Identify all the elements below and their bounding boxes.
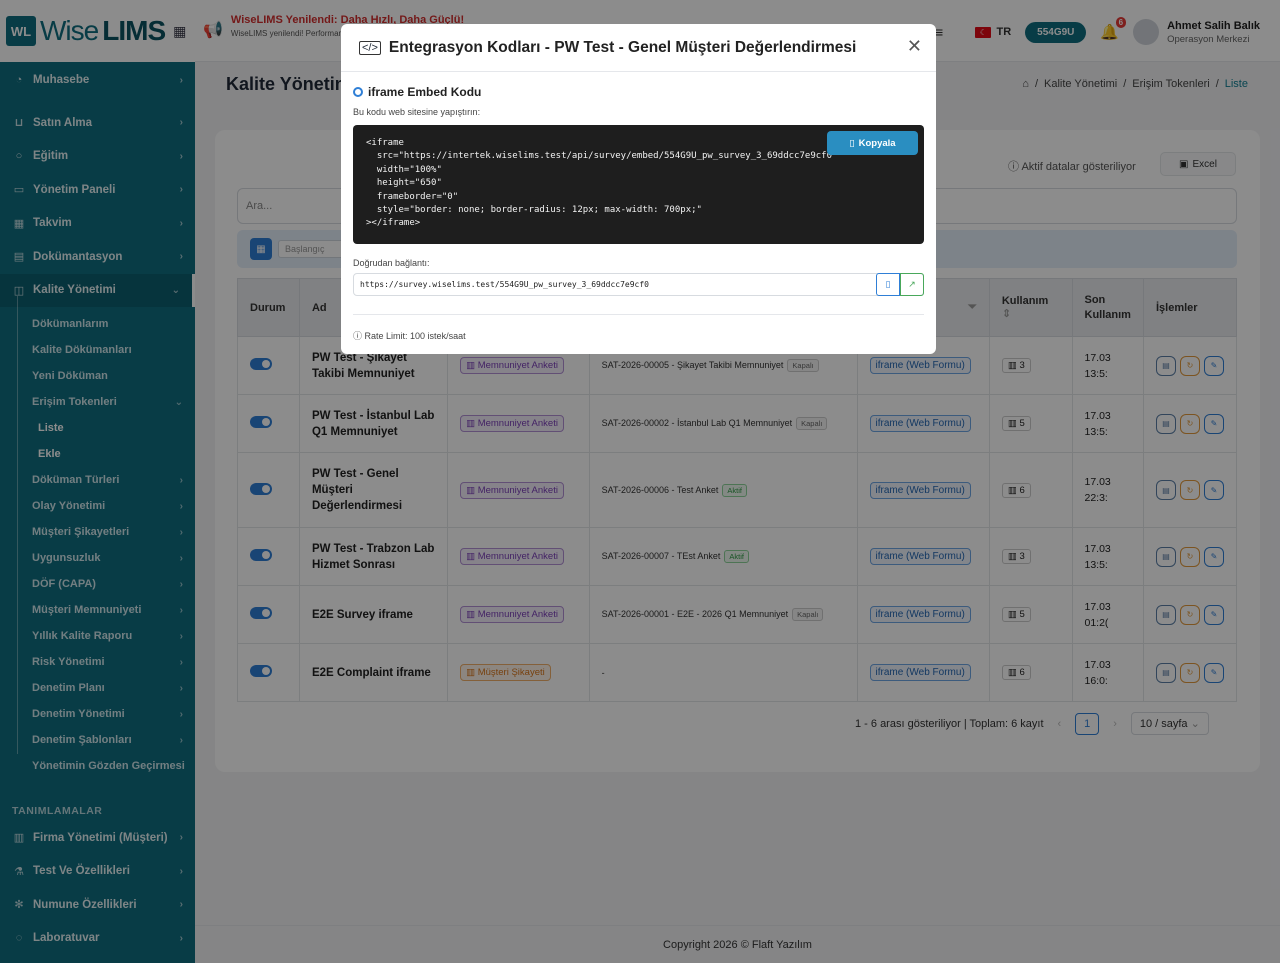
embed-icon	[353, 87, 363, 97]
integration-modal: </> Entegrasyon Kodları - PW Test - Gene…	[341, 24, 936, 354]
direct-link-input[interactable]: https://survey.wiselims.test/554G9U_pw_s…	[353, 273, 924, 296]
clipboard-icon: ▯	[849, 137, 855, 149]
copy-link-icon[interactable]: ▯	[876, 273, 900, 296]
direct-link-label: Doğrudan bağlantı:	[353, 258, 430, 268]
close-icon[interactable]: ✕	[907, 36, 922, 57]
external-link-icon[interactable]: ↗	[900, 273, 924, 296]
rate-limit-text: Rate Limit: 100 istek/saat	[364, 331, 466, 341]
info-icon: ⓘ	[353, 331, 363, 341]
embed-hint: Bu kodu web sitesine yapıştırın:	[353, 107, 481, 117]
embed-section-label: iframe Embed Kodu	[368, 85, 482, 99]
copy-label: Kopyala	[858, 137, 896, 149]
copy-button[interactable]: ▯ Kopyala	[827, 131, 918, 155]
embed-section-title: iframe Embed Kodu	[353, 85, 481, 99]
rate-limit-note: ⓘ Rate Limit: 100 istek/saat	[353, 329, 466, 342]
code-icon: </>	[359, 40, 381, 55]
modal-title: Entegrasyon Kodları - PW Test - Genel Mü…	[388, 38, 857, 56]
divider	[353, 314, 924, 315]
